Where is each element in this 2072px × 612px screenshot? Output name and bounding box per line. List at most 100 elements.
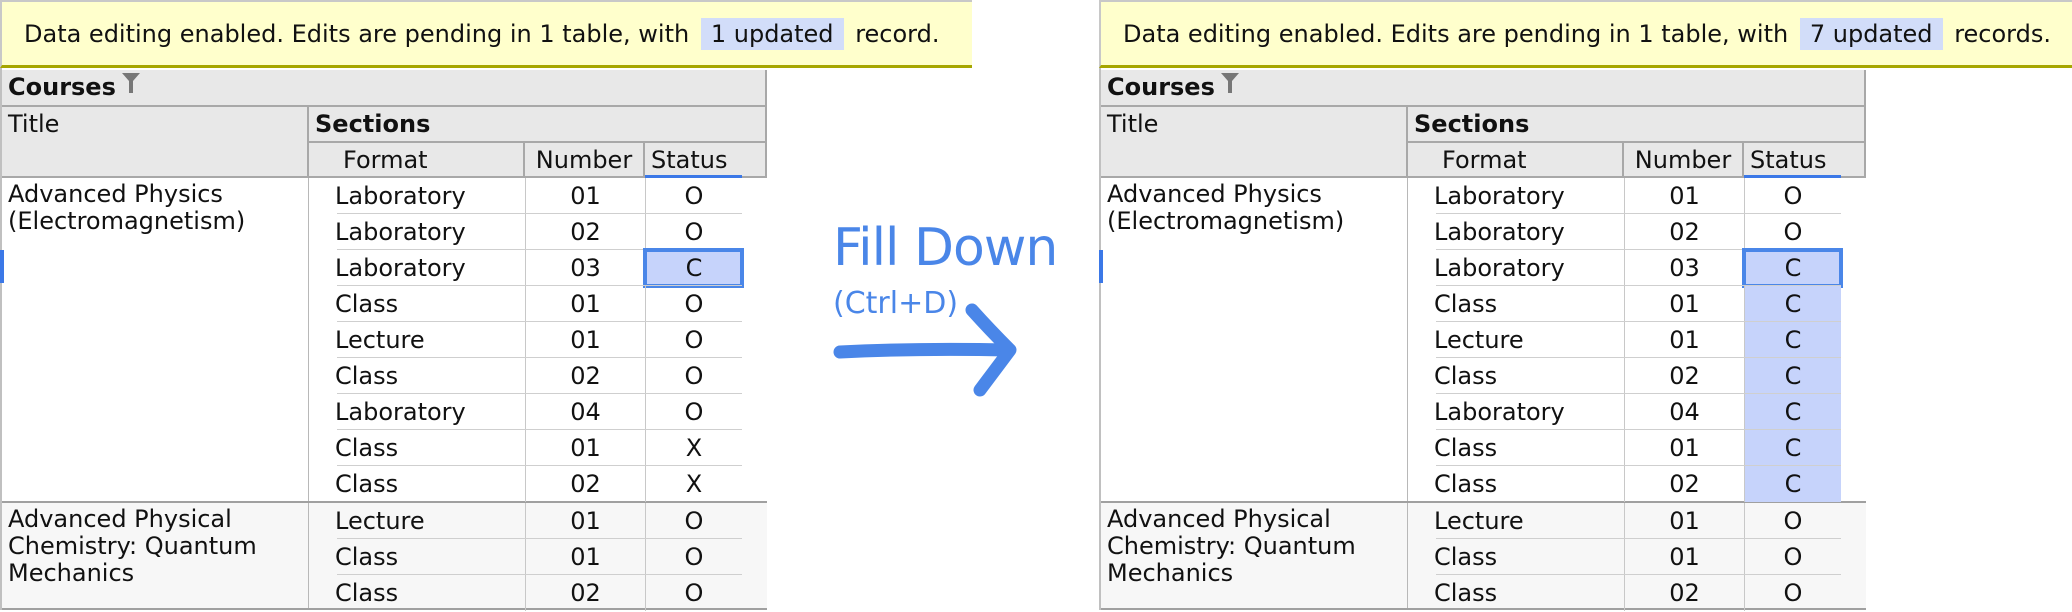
format-cell[interactable]: Lecture (335, 322, 425, 358)
column-header-number[interactable]: Number (1624, 143, 1744, 178)
format-cell[interactable]: Laboratory (335, 178, 466, 214)
number-cell[interactable]: 02 (525, 358, 645, 394)
format-cell[interactable]: Laboratory (335, 250, 466, 286)
number-cell[interactable]: 01 (1624, 178, 1744, 214)
number-cell[interactable]: 02 (525, 466, 645, 502)
status-cell[interactable]: C (1742, 248, 1843, 288)
format-cell[interactable]: Class (335, 286, 398, 322)
status-cell[interactable]: C (1744, 430, 1841, 466)
number-cell[interactable]: 02 (1624, 466, 1744, 502)
number-cell[interactable]: 01 (1624, 430, 1744, 466)
number-cell[interactable]: 02 (1624, 575, 1744, 611)
record-row: Advanced Physics (Electromagnetism) Labor… (1099, 178, 1866, 503)
format-cell[interactable]: Class (335, 575, 398, 611)
table-name: Courses (8, 73, 116, 101)
format-cell[interactable]: Laboratory (1434, 394, 1565, 430)
format-cell[interactable]: Lecture (335, 503, 425, 539)
record-row: Advanced Physical Chemistry: Quantum Mec… (1101, 503, 1866, 611)
section-row: Laboratory 04 C (1408, 394, 1866, 430)
status-cell[interactable]: O (1744, 178, 1841, 214)
status-cell[interactable]: C (643, 248, 744, 288)
format-cell[interactable]: Class (1434, 575, 1497, 611)
number-cell[interactable]: 04 (1624, 394, 1744, 430)
column-header-sections[interactable]: Sections (1408, 107, 1866, 143)
number-cell[interactable]: 01 (525, 430, 645, 466)
status-cell[interactable]: X (645, 430, 742, 466)
record-row: Advanced Physical Chemistry: Quantum Mec… (2, 503, 767, 611)
status-cell[interactable]: C (1744, 322, 1841, 358)
status-cell[interactable]: O (645, 394, 742, 430)
format-cell[interactable]: Class (1434, 539, 1497, 575)
number-cell[interactable]: 02 (525, 575, 645, 611)
status-cell[interactable]: O (645, 286, 742, 322)
format-cell[interactable]: Class (335, 358, 398, 394)
column-header-title[interactable]: Title (1101, 107, 1408, 178)
status-cell[interactable]: O (645, 503, 742, 539)
format-cell[interactable]: Class (1434, 358, 1497, 394)
number-cell[interactable]: 03 (525, 250, 645, 286)
status-cell[interactable]: O (645, 178, 742, 214)
section-row: Class 02 C (1408, 466, 1866, 502)
format-cell[interactable]: Lecture (1434, 503, 1524, 539)
format-cell[interactable]: Class (335, 466, 398, 502)
number-cell[interactable]: 01 (1624, 322, 1744, 358)
status-cell[interactable]: O (1744, 539, 1841, 575)
status-cell[interactable]: O (1744, 214, 1841, 250)
column-header-format[interactable]: Format (1408, 143, 1624, 178)
column-header-sections[interactable]: Sections (309, 107, 767, 143)
number-cell[interactable]: 03 (1624, 250, 1744, 286)
filter-icon[interactable] (1220, 68, 1239, 102)
format-cell[interactable]: Laboratory (335, 214, 466, 250)
number-cell[interactable]: 02 (1624, 214, 1744, 250)
number-cell[interactable]: 01 (525, 503, 645, 539)
column-header-format[interactable]: Format (309, 143, 525, 178)
section-row: Lecture 01 O (309, 322, 767, 358)
status-cell[interactable]: O (645, 214, 742, 250)
format-cell[interactable]: Laboratory (1434, 178, 1565, 214)
number-cell[interactable]: 01 (1624, 503, 1744, 539)
status-cell[interactable]: O (645, 322, 742, 358)
format-cell[interactable]: Lecture (1434, 322, 1524, 358)
status-cell[interactable]: C (1744, 286, 1841, 322)
column-header-number[interactable]: Number (525, 143, 645, 178)
format-cell[interactable]: Laboratory (1434, 214, 1565, 250)
column-header-status[interactable]: Status (645, 143, 767, 178)
status-cell[interactable]: X (645, 466, 742, 502)
banner-suffix: records. (1954, 20, 2051, 48)
banner-text: Data editing enabled. Edits are pending … (1123, 20, 1789, 48)
number-cell[interactable]: 02 (525, 214, 645, 250)
title-cell[interactable]: Advanced Physics (Electromagnetism) (2, 178, 309, 501)
number-cell[interactable]: 01 (1624, 539, 1744, 575)
format-cell[interactable]: Class (1434, 286, 1497, 322)
number-cell[interactable]: 04 (525, 394, 645, 430)
column-header-title[interactable]: Title (2, 107, 309, 178)
status-cell[interactable]: O (645, 539, 742, 575)
section-row: Laboratory 01 O (1408, 178, 1866, 214)
format-cell[interactable]: Class (1434, 430, 1497, 466)
format-cell[interactable]: Class (335, 539, 398, 575)
column-header-status-label: Status (1750, 146, 1827, 174)
status-cell[interactable]: C (1744, 358, 1841, 394)
title-cell[interactable]: Advanced Physical Chemistry: Quantum Mec… (1101, 503, 1408, 608)
format-cell[interactable]: Laboratory (335, 394, 466, 430)
status-cell[interactable]: C (1744, 466, 1841, 502)
after-panel: Data editing enabled. Edits are pending … (1099, 0, 2072, 612)
number-cell[interactable]: 01 (525, 322, 645, 358)
status-cell[interactable]: O (645, 358, 742, 394)
format-cell[interactable]: Class (335, 430, 398, 466)
status-cell[interactable]: C (1744, 394, 1841, 430)
status-cell[interactable]: O (1744, 575, 1841, 611)
number-cell[interactable]: 02 (1624, 358, 1744, 394)
status-cell[interactable]: O (645, 575, 742, 611)
number-cell[interactable]: 01 (1624, 286, 1744, 322)
number-cell[interactable]: 01 (525, 178, 645, 214)
number-cell[interactable]: 01 (525, 286, 645, 322)
format-cell[interactable]: Class (1434, 466, 1497, 502)
title-cell[interactable]: Advanced Physics (Electromagnetism) (1101, 178, 1408, 501)
title-cell[interactable]: Advanced Physical Chemistry: Quantum Mec… (2, 503, 309, 608)
column-header-status[interactable]: Status (1744, 143, 1866, 178)
format-cell[interactable]: Laboratory (1434, 250, 1565, 286)
status-cell[interactable]: O (1744, 503, 1841, 539)
filter-icon[interactable] (121, 68, 140, 102)
number-cell[interactable]: 01 (525, 539, 645, 575)
